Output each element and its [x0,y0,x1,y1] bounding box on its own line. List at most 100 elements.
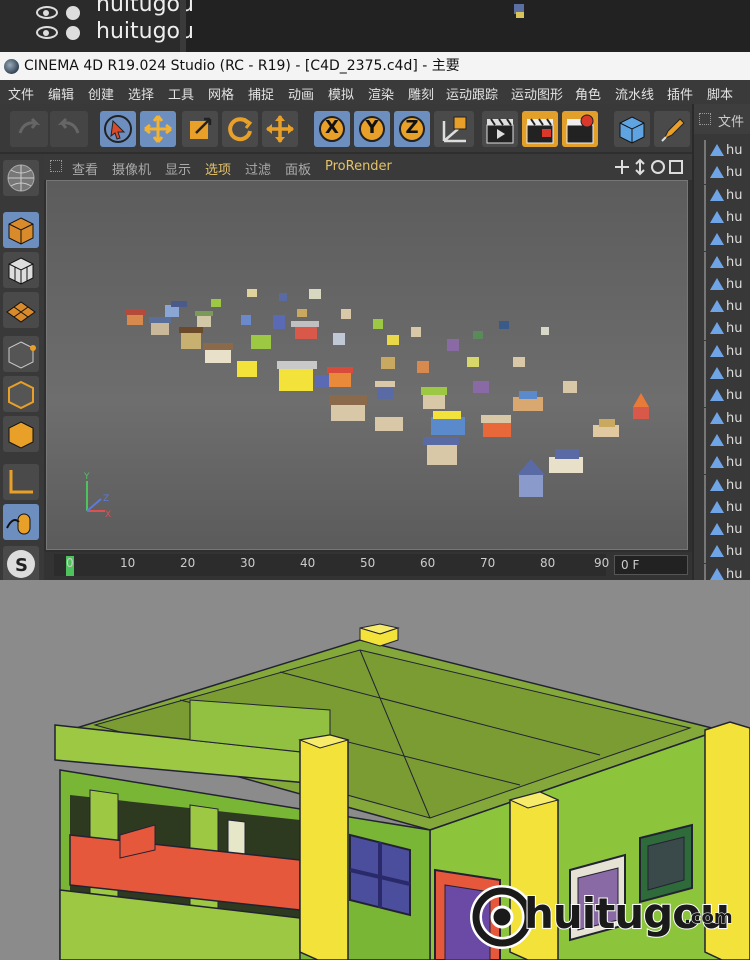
object-row[interactable]: hu [702,273,750,296]
object-row[interactable]: hu [702,296,750,319]
divider [180,0,186,52]
menu-snap[interactable]: 捕捉 [248,84,274,103]
object-row[interactable]: hu [702,140,750,162]
lock-dot-icon[interactable] [66,26,80,40]
object-row[interactable]: hu [702,229,750,252]
render-picture-viewer-button[interactable] [522,111,558,147]
maximize-view-icon[interactable] [669,160,683,174]
object-row[interactable]: hu [702,206,750,229]
menu-animate[interactable]: 动画 [288,84,314,103]
eye-icon[interactable] [36,6,58,19]
pan-icon[interactable] [615,160,629,174]
object-mode-button[interactable] [3,212,39,248]
menu-select[interactable]: 选择 [128,84,154,103]
menu-file[interactable]: 文件 [718,111,744,130]
viewport-menu-camera[interactable]: 摄像机 [112,159,151,178]
object-row[interactable]: hu [702,452,750,475]
current-frame-field[interactable]: 0 F [614,555,688,575]
hierarchy-line [704,206,706,229]
lock-dot-icon[interactable] [66,6,80,20]
axis-z-label: Z [103,494,109,504]
menu-sculpt[interactable]: 雕刻 [408,84,434,103]
y-axis-button[interactable]: Y [354,111,390,147]
cube-icon [619,116,645,144]
object-row[interactable]: hu [702,519,750,542]
edges-mode-button[interactable] [3,376,39,412]
render-settings-button[interactable] [562,111,598,147]
menu-character[interactable]: 角色 [575,84,601,103]
object-name: hu [726,544,743,560]
rotate-tool-button[interactable] [222,111,258,147]
menu-edit[interactable]: 编辑 [48,84,74,103]
object-row[interactable]: hu [702,340,750,363]
object-row[interactable]: hu [702,496,750,519]
object-type-icon [710,567,724,580]
viewport-menu-display[interactable]: 显示 [165,159,191,178]
dolly-icon[interactable] [635,158,645,176]
watermark-domain: .com [684,907,734,929]
object-name: hu [726,276,743,292]
menu-render[interactable]: 渲染 [368,84,394,103]
move-tool-button[interactable] [140,111,176,147]
menu-pipeline[interactable]: 流水线 [615,84,654,103]
x-axis-button[interactable]: X [314,111,350,147]
rotate-icon [228,117,253,142]
menu-script[interactable]: 脚本 [707,84,733,103]
rotate-view-icon[interactable] [651,160,665,174]
scale-tool-button[interactable] [182,111,218,147]
eye-icon[interactable] [36,26,58,39]
menu-mesh[interactable]: 网格 [208,84,234,103]
cube-object-button[interactable] [614,111,650,147]
menu-create[interactable]: 创建 [88,84,114,103]
render-view-button[interactable] [482,111,518,147]
viewport-menu-options[interactable]: 选项 [205,159,231,178]
object-row[interactable]: hu [702,184,750,207]
menu-plugins[interactable]: 插件 [667,84,693,103]
perspective-viewport[interactable]: Y Z X [46,180,688,550]
layer-row[interactable]: huitugou [0,19,194,46]
axis-mode-button[interactable] [3,464,39,500]
snap-button[interactable]: S [3,546,39,582]
pen-tool-button[interactable] [654,111,690,147]
tweak-mode-button[interactable] [3,504,39,540]
layer-row[interactable]: huitugou [0,0,194,20]
workplane-button[interactable] [3,292,39,328]
object-row[interactable]: hu [702,162,750,185]
undo-button[interactable] [10,111,48,147]
object-row[interactable]: hu [702,474,750,497]
object-cube-icon [8,217,34,245]
redo-button[interactable] [50,111,88,147]
object-row[interactable]: hu [702,251,750,274]
timeline-tick: 60 [420,556,436,570]
hierarchy-line [704,407,706,430]
select-tool-button[interactable] [100,111,136,147]
tiny-model-icon [514,4,524,18]
menu-simulate[interactable]: 模拟 [328,84,354,103]
coordinate-system-button[interactable] [434,111,474,147]
menu-tools[interactable]: 工具 [168,84,194,103]
texture-mode-button[interactable] [3,252,39,288]
model-mode-button[interactable] [3,160,39,196]
object-row[interactable]: hu [702,385,750,408]
object-row[interactable]: hu [702,363,750,385]
hierarchy-line [704,340,706,363]
object-row[interactable]: hu [702,318,750,341]
timeline-ruler[interactable]: 0 10 20 30 40 50 60 70 80 90 [54,554,609,576]
object-type-icon [710,210,724,223]
object-row[interactable]: hu [702,429,750,452]
object-row[interactable]: hu [702,407,750,430]
object-row[interactable]: hu [702,541,750,564]
hierarchy-line [704,140,706,162]
polygons-mode-button[interactable] [3,416,39,452]
checker-cube-icon [8,257,34,285]
z-axis-button[interactable]: Z [394,111,430,147]
menu-file[interactable]: 文件 [8,84,34,103]
viewport-menu-prorender[interactable]: ProRender [325,159,392,174]
viewport-menu-filter[interactable]: 过滤 [245,159,271,178]
transform-tool-button[interactable] [262,111,298,147]
menu-motion-tracking[interactable]: 运动跟踪 [446,84,498,103]
points-mode-button[interactable] [3,336,39,372]
menu-mograph[interactable]: 运动图形 [511,84,563,103]
viewport-menu-view[interactable]: 查看 [72,159,98,178]
viewport-menu-panel[interactable]: 面板 [285,159,311,178]
